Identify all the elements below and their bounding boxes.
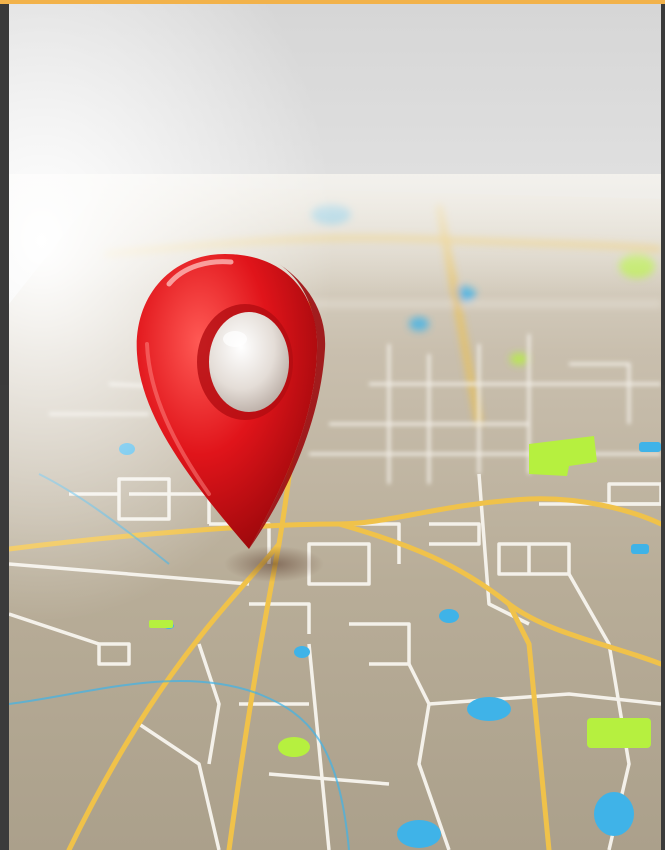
map-pin-photo [9, 4, 661, 850]
left-frame-strip [0, 385, 9, 850]
